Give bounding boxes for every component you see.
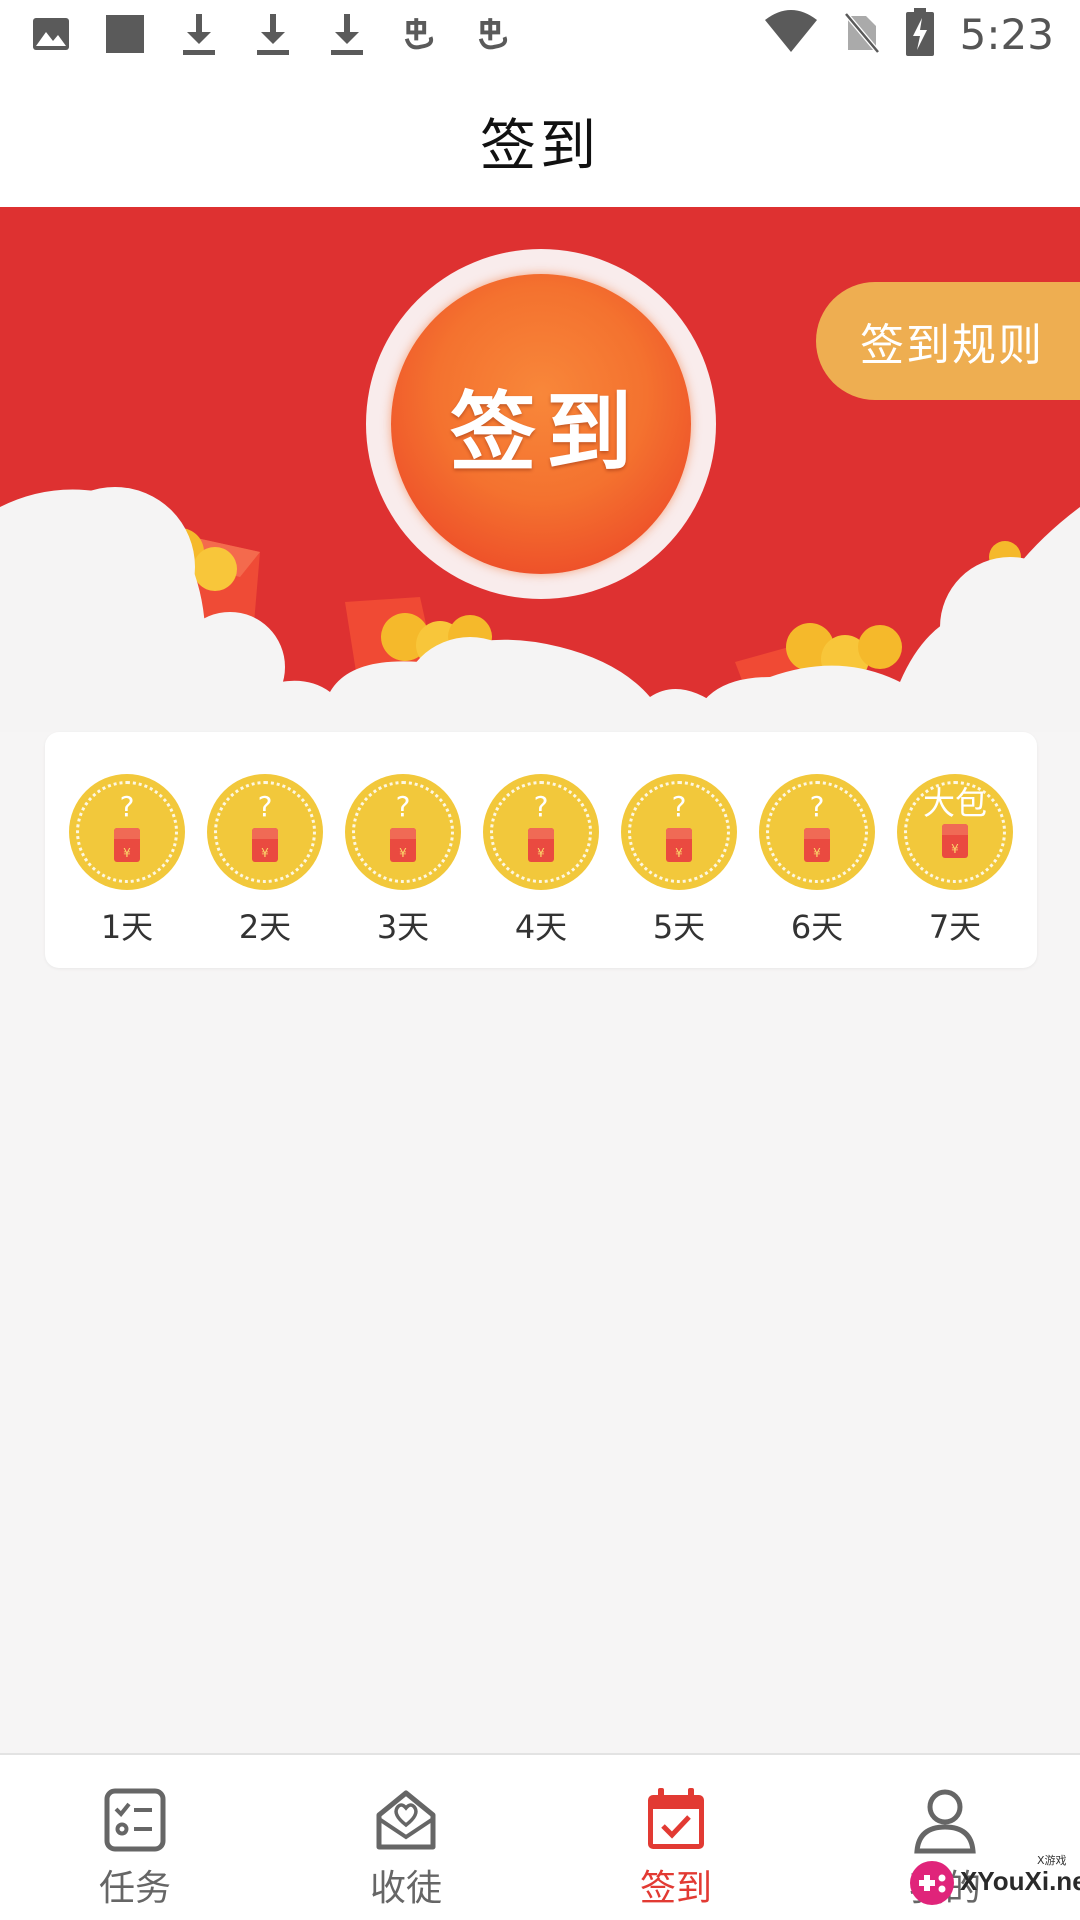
day-label: 3天: [376, 908, 430, 946]
status-bar: 5:23: [0, 0, 1080, 75]
reward-coin: ? ¥: [759, 774, 875, 890]
red-packet-icon: ¥: [390, 828, 416, 862]
calendar-check-icon: [648, 1788, 704, 1849]
reward-mark: ?: [119, 790, 135, 823]
day-label: 7天: [928, 908, 982, 946]
nav-label: 任务: [98, 1868, 171, 1909]
day-reward-2[interactable]: ? ¥ 2天: [205, 774, 325, 954]
clock: 5:23: [959, 9, 1054, 59]
image-icon: [32, 10, 70, 58]
nav-item-sign-in[interactable]: 签到: [586, 1755, 766, 1920]
task-list-icon: [104, 1788, 166, 1852]
nav-item-recruit[interactable]: 收徒: [316, 1755, 496, 1920]
sign-in-rules-label: 签到规则: [860, 320, 1044, 371]
reward-coin: ? ¥: [483, 774, 599, 890]
day-reward-5[interactable]: ? ¥ 5天: [619, 774, 739, 954]
nav-label: 签到: [639, 1868, 712, 1909]
day-label: 5天: [652, 908, 706, 946]
reward-mark: ?: [257, 790, 273, 823]
bug-icon: [402, 10, 440, 58]
square-icon: [106, 10, 144, 58]
download-icon: [254, 10, 292, 58]
reward-mark: ?: [395, 790, 411, 823]
page-title: 签到: [480, 113, 600, 179]
day-reward-6[interactable]: ? ¥ 6天: [757, 774, 877, 954]
day-label: 1天: [100, 908, 154, 946]
day-reward-3[interactable]: ? ¥ 3天: [343, 774, 463, 954]
gamepad-logo-icon: [910, 1861, 954, 1905]
day-label: 2天: [238, 908, 292, 946]
red-packet-icon: ¥: [804, 828, 830, 862]
download-icon: [180, 10, 218, 58]
day-reward-1[interactable]: ? ¥ 1天: [67, 774, 187, 954]
download-icon: [328, 10, 366, 58]
sign-in-button-ring: 签到: [366, 249, 716, 599]
red-packet-icon: ¥: [666, 828, 692, 862]
heart-envelope-icon: [376, 1790, 436, 1850]
watermark-text: XYouXi.net: [960, 1866, 1080, 1896]
reward-mark: ?: [809, 790, 825, 823]
bug-icon: [476, 10, 514, 58]
day-label: 4天: [514, 908, 568, 946]
sign-in-banner: 签到 签到规则: [0, 207, 1080, 732]
sign-in-rules-button[interactable]: 签到规则: [816, 282, 1080, 400]
user-icon: [914, 1789, 976, 1854]
wifi-icon: [764, 10, 818, 58]
reward-mark: ?: [671, 790, 687, 823]
title-bar: 签到: [0, 75, 1080, 207]
red-packet-icon: ¥: [114, 828, 140, 862]
sign-in-button-label: 签到: [450, 384, 642, 481]
reward-coin: 大包 ¥: [897, 774, 1013, 890]
watermark-logo: X游戏 XYouXi.net: [905, 1852, 1080, 1912]
reward-coin: ? ¥: [69, 774, 185, 890]
red-packet-icon: ¥: [528, 828, 554, 862]
no-sim-icon: [843, 10, 880, 58]
reward-coin: ? ¥: [345, 774, 461, 890]
daily-rewards-card: ? ¥ 1天 ? ¥ 2天 ? ¥ 3天 ? ¥ 4天 ? ¥ 5天 ? ¥ 6…: [45, 732, 1037, 968]
nav-item-tasks[interactable]: 任务: [45, 1755, 225, 1920]
reward-coin: ? ¥: [207, 774, 323, 890]
reward-mark: 大包: [922, 784, 987, 822]
day-label: 6天: [790, 908, 844, 946]
sign-in-button[interactable]: 签到: [391, 274, 691, 574]
day-reward-4[interactable]: ? ¥ 4天: [481, 774, 601, 954]
red-packet-icon: ¥: [252, 828, 278, 862]
notification-icons: [32, 10, 514, 58]
reward-mark: ?: [533, 790, 549, 823]
reward-coin: ? ¥: [621, 774, 737, 890]
red-packet-icon: ¥: [942, 824, 968, 858]
system-icons: 5:23: [764, 8, 1054, 60]
battery-charging-icon: [905, 8, 934, 60]
nav-label: 收徒: [369, 1868, 442, 1909]
day-reward-7[interactable]: 大包 ¥ 7天: [895, 774, 1015, 954]
